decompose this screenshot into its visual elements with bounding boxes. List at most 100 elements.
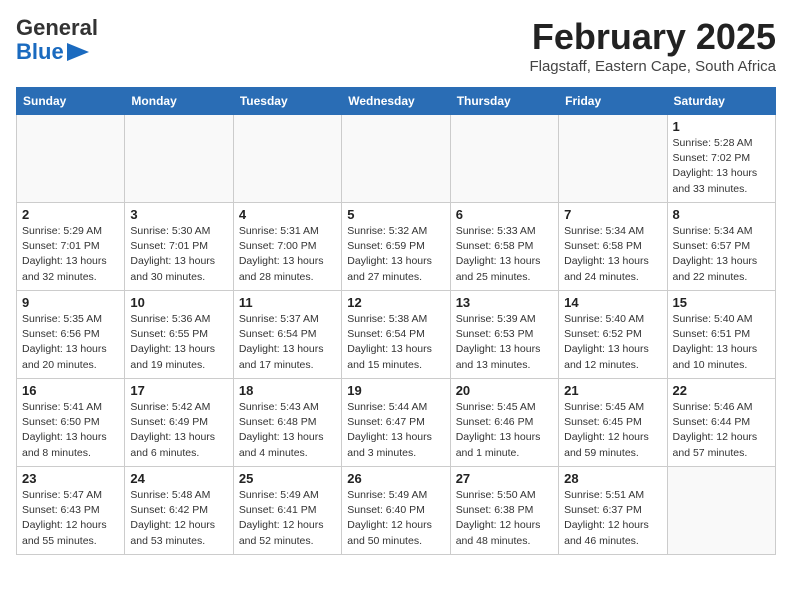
day-info: Sunrise: 5:45 AM Sunset: 6:45 PM Dayligh…: [564, 400, 661, 461]
day-info: Sunrise: 5:40 AM Sunset: 6:52 PM Dayligh…: [564, 312, 661, 373]
day-info: Sunrise: 5:30 AM Sunset: 7:01 PM Dayligh…: [130, 224, 227, 285]
day-number: 19: [347, 383, 444, 398]
calendar-day-cell: 1 Sunrise: 5:28 AM Sunset: 7:02 PM Daylig…: [667, 115, 775, 203]
calendar-day-cell: 8 Sunrise: 5:34 AM Sunset: 6:57 PM Daylig…: [667, 203, 775, 291]
weekday-header: Monday: [125, 88, 233, 115]
calendar-week-row: 23 Sunrise: 5:47 AM Sunset: 6:43 PM Dayli…: [17, 467, 776, 555]
logo-blue: Blue: [16, 40, 64, 64]
title-area: February 2025 Flagstaff, Eastern Cape, S…: [529, 16, 776, 75]
calendar-day-cell: 18 Sunrise: 5:43 AM Sunset: 6:48 PM Dayli…: [233, 379, 341, 467]
day-info: Sunrise: 5:29 AM Sunset: 7:01 PM Dayligh…: [22, 224, 119, 285]
day-number: 11: [239, 295, 336, 310]
day-number: 13: [456, 295, 553, 310]
day-info: Sunrise: 5:44 AM Sunset: 6:47 PM Dayligh…: [347, 400, 444, 461]
day-info: Sunrise: 5:42 AM Sunset: 6:49 PM Dayligh…: [130, 400, 227, 461]
logo-general: General: [16, 15, 98, 40]
calendar-day-cell: 2 Sunrise: 5:29 AM Sunset: 7:01 PM Daylig…: [17, 203, 125, 291]
day-info: Sunrise: 5:50 AM Sunset: 6:38 PM Dayligh…: [456, 488, 553, 549]
calendar-day-cell: 3 Sunrise: 5:30 AM Sunset: 7:01 PM Daylig…: [125, 203, 233, 291]
day-info: Sunrise: 5:37 AM Sunset: 6:54 PM Dayligh…: [239, 312, 336, 373]
day-number: 5: [347, 207, 444, 222]
calendar-week-row: 2 Sunrise: 5:29 AM Sunset: 7:01 PM Daylig…: [17, 203, 776, 291]
calendar-day-cell: 25 Sunrise: 5:49 AM Sunset: 6:41 PM Dayli…: [233, 467, 341, 555]
day-info: Sunrise: 5:32 AM Sunset: 6:59 PM Dayligh…: [347, 224, 444, 285]
day-number: 25: [239, 471, 336, 486]
calendar-day-cell: [342, 115, 450, 203]
calendar-day-cell: 11 Sunrise: 5:37 AM Sunset: 6:54 PM Dayli…: [233, 291, 341, 379]
day-info: Sunrise: 5:48 AM Sunset: 6:42 PM Dayligh…: [130, 488, 227, 549]
day-number: 10: [130, 295, 227, 310]
day-info: Sunrise: 5:49 AM Sunset: 6:40 PM Dayligh…: [347, 488, 444, 549]
location-subtitle: Flagstaff, Eastern Cape, South Africa: [529, 58, 776, 75]
calendar-day-cell: 6 Sunrise: 5:33 AM Sunset: 6:58 PM Daylig…: [450, 203, 558, 291]
calendar-day-cell: 24 Sunrise: 5:48 AM Sunset: 6:42 PM Dayli…: [125, 467, 233, 555]
calendar-day-cell: [667, 467, 775, 555]
calendar-day-cell: 14 Sunrise: 5:40 AM Sunset: 6:52 PM Dayli…: [559, 291, 667, 379]
calendar-day-cell: 17 Sunrise: 5:42 AM Sunset: 6:49 PM Dayli…: [125, 379, 233, 467]
logo-arrow-icon: [67, 43, 89, 61]
day-number: 3: [130, 207, 227, 222]
weekday-header: Friday: [559, 88, 667, 115]
calendar-day-cell: 19 Sunrise: 5:44 AM Sunset: 6:47 PM Dayli…: [342, 379, 450, 467]
calendar-day-cell: [559, 115, 667, 203]
calendar-day-cell: 21 Sunrise: 5:45 AM Sunset: 6:45 PM Dayli…: [559, 379, 667, 467]
day-number: 2: [22, 207, 119, 222]
day-number: 23: [22, 471, 119, 486]
calendar-day-cell: 9 Sunrise: 5:35 AM Sunset: 6:56 PM Daylig…: [17, 291, 125, 379]
calendar-day-cell: 12 Sunrise: 5:38 AM Sunset: 6:54 PM Dayli…: [342, 291, 450, 379]
day-number: 6: [456, 207, 553, 222]
day-info: Sunrise: 5:38 AM Sunset: 6:54 PM Dayligh…: [347, 312, 444, 373]
day-info: Sunrise: 5:36 AM Sunset: 6:55 PM Dayligh…: [130, 312, 227, 373]
day-number: 18: [239, 383, 336, 398]
day-number: 15: [673, 295, 770, 310]
calendar-day-cell: 5 Sunrise: 5:32 AM Sunset: 6:59 PM Daylig…: [342, 203, 450, 291]
calendar-day-cell: [125, 115, 233, 203]
day-info: Sunrise: 5:43 AM Sunset: 6:48 PM Dayligh…: [239, 400, 336, 461]
calendar-week-row: 9 Sunrise: 5:35 AM Sunset: 6:56 PM Daylig…: [17, 291, 776, 379]
calendar-day-cell: 26 Sunrise: 5:49 AM Sunset: 6:40 PM Dayli…: [342, 467, 450, 555]
day-number: 14: [564, 295, 661, 310]
day-number: 28: [564, 471, 661, 486]
calendar-day-cell: 7Sunrise: 5:34 AM Sunset: 6:58 PM Daylig…: [559, 203, 667, 291]
calendar-week-row: 16Sunrise: 5:41 AM Sunset: 6:50 PM Dayli…: [17, 379, 776, 467]
calendar-table: SundayMondayTuesdayWednesdayThursdayFrid…: [16, 87, 776, 555]
day-info: Sunrise: 5:39 AM Sunset: 6:53 PM Dayligh…: [456, 312, 553, 373]
day-number: 21: [564, 383, 661, 398]
day-number: 22: [673, 383, 770, 398]
day-info: Sunrise: 5:51 AM Sunset: 6:37 PM Dayligh…: [564, 488, 661, 549]
day-info: Sunrise: 5:46 AM Sunset: 6:44 PM Dayligh…: [673, 400, 770, 461]
day-info: Sunrise: 5:28 AM Sunset: 7:02 PM Dayligh…: [673, 136, 770, 197]
header: General Blue February 2025 Flagstaff, Ea…: [16, 16, 776, 75]
day-info: Sunrise: 5:34 AM Sunset: 6:58 PM Dayligh…: [564, 224, 661, 285]
weekday-header: Saturday: [667, 88, 775, 115]
calendar-day-cell: 16Sunrise: 5:41 AM Sunset: 6:50 PM Dayli…: [17, 379, 125, 467]
day-number: 17: [130, 383, 227, 398]
day-number: 20: [456, 383, 553, 398]
day-info: Sunrise: 5:45 AM Sunset: 6:46 PM Dayligh…: [456, 400, 553, 461]
day-info: Sunrise: 5:34 AM Sunset: 6:57 PM Dayligh…: [673, 224, 770, 285]
day-number: 12: [347, 295, 444, 310]
calendar-day-cell: 27 Sunrise: 5:50 AM Sunset: 6:38 PM Dayli…: [450, 467, 558, 555]
calendar-day-cell: [17, 115, 125, 203]
calendar-day-cell: [450, 115, 558, 203]
calendar-day-cell: 22 Sunrise: 5:46 AM Sunset: 6:44 PM Dayli…: [667, 379, 775, 467]
day-info: Sunrise: 5:31 AM Sunset: 7:00 PM Dayligh…: [239, 224, 336, 285]
day-info: Sunrise: 5:41 AM Sunset: 6:50 PM Dayligh…: [22, 400, 119, 461]
weekday-header: Thursday: [450, 88, 558, 115]
day-number: 27: [456, 471, 553, 486]
weekday-header: Tuesday: [233, 88, 341, 115]
calendar-day-cell: 13 Sunrise: 5:39 AM Sunset: 6:53 PM Dayli…: [450, 291, 558, 379]
day-number: 8: [673, 207, 770, 222]
day-info: Sunrise: 5:47 AM Sunset: 6:43 PM Dayligh…: [22, 488, 119, 549]
day-number: 26: [347, 471, 444, 486]
weekday-header: Wednesday: [342, 88, 450, 115]
day-number: 9: [22, 295, 119, 310]
day-info: Sunrise: 5:49 AM Sunset: 6:41 PM Dayligh…: [239, 488, 336, 549]
calendar-day-cell: 20 Sunrise: 5:45 AM Sunset: 6:46 PM Dayli…: [450, 379, 558, 467]
calendar-day-cell: 23 Sunrise: 5:47 AM Sunset: 6:43 PM Dayli…: [17, 467, 125, 555]
day-info: Sunrise: 5:35 AM Sunset: 6:56 PM Dayligh…: [22, 312, 119, 373]
day-number: 4: [239, 207, 336, 222]
day-info: Sunrise: 5:33 AM Sunset: 6:58 PM Dayligh…: [456, 224, 553, 285]
day-number: 1: [673, 119, 770, 134]
day-number: 24: [130, 471, 227, 486]
